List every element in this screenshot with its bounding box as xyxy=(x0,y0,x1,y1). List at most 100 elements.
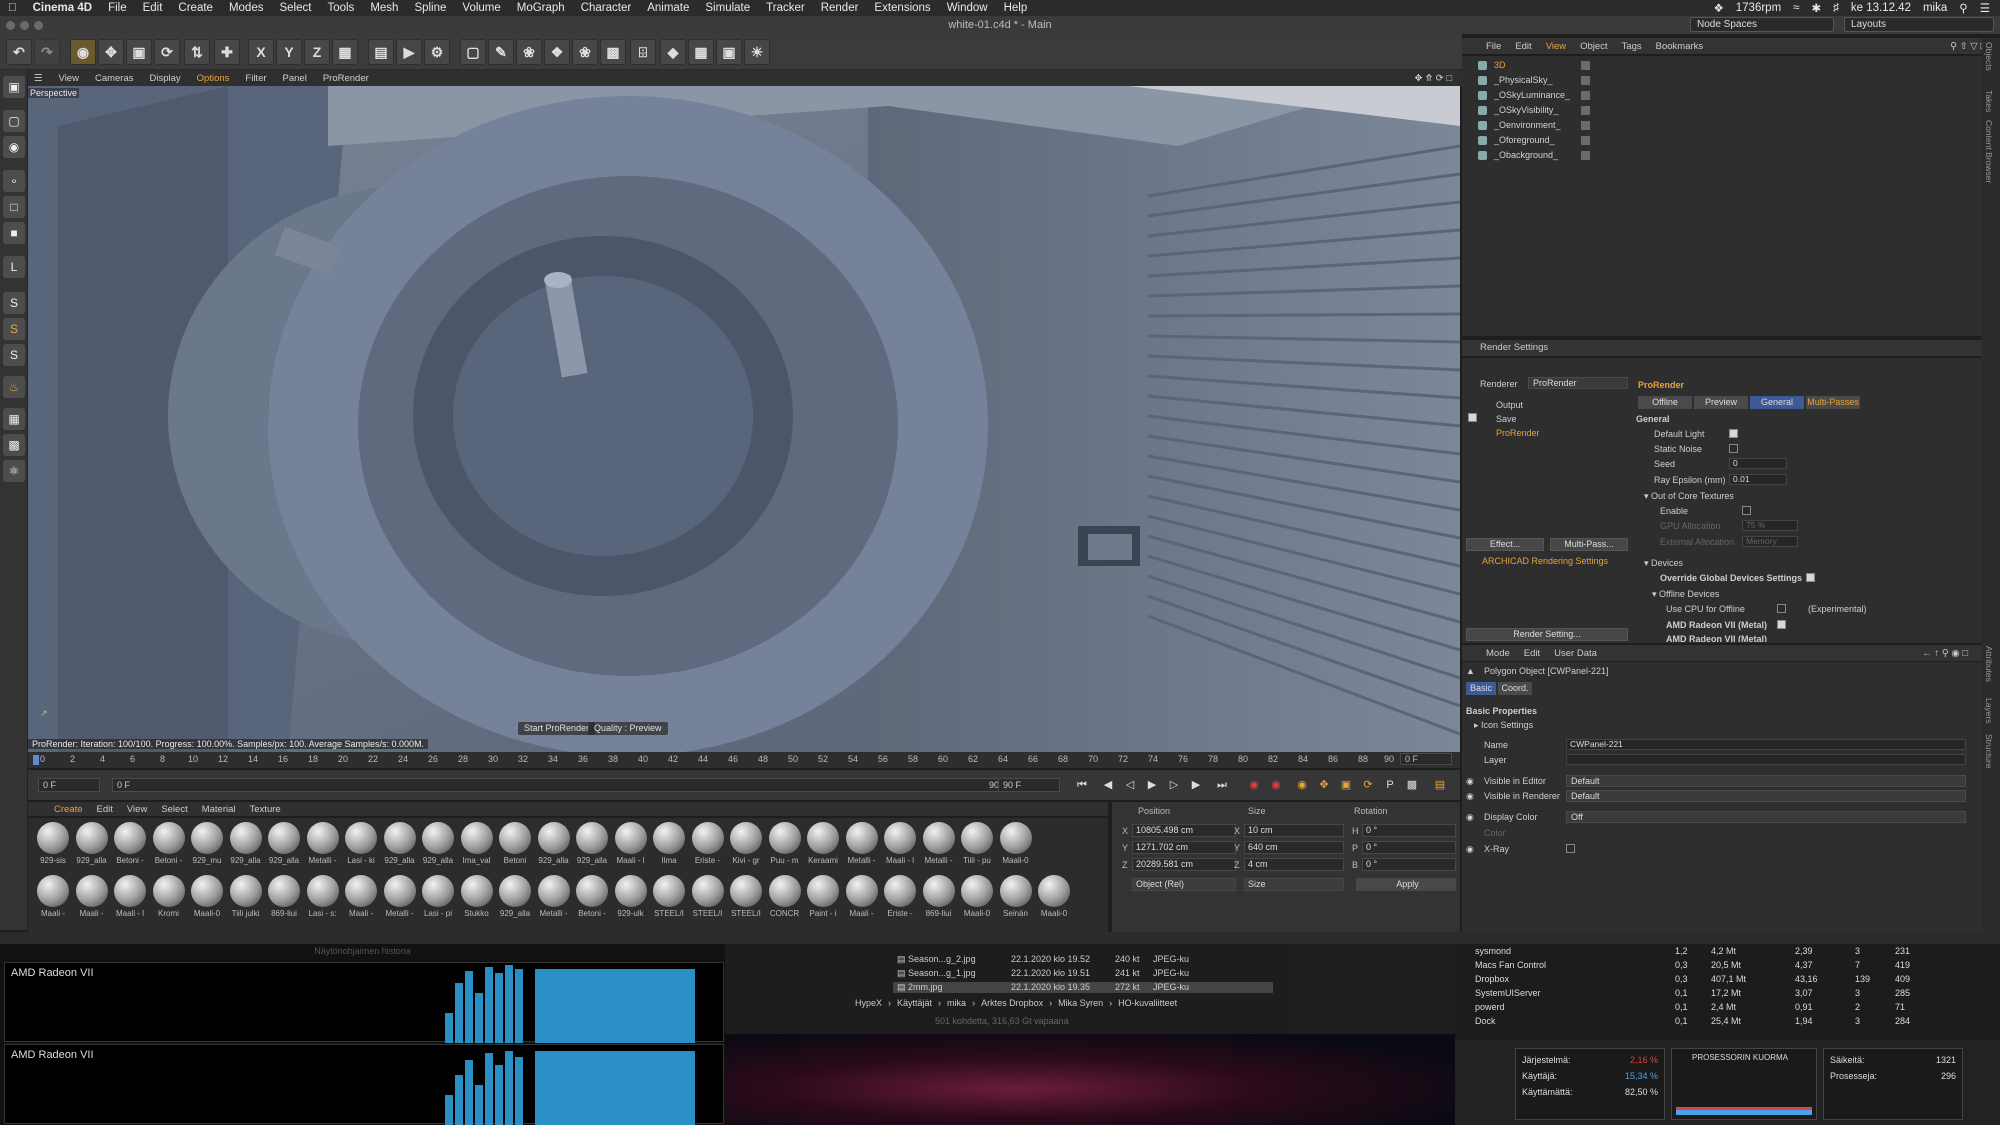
side-tab-content-browser[interactable]: Content Browser xyxy=(1984,120,1994,183)
quantize-icon[interactable]: S xyxy=(3,344,25,366)
obj-menu-object[interactable]: Object xyxy=(1580,41,1607,52)
material-swatch[interactable]: Tiili - pu xyxy=(960,822,994,865)
tab-basic[interactable]: Basic xyxy=(1466,682,1496,695)
y-axis-icon[interactable]: Y xyxy=(276,39,302,65)
layer-field[interactable] xyxy=(1566,754,1966,765)
prev-key-icon[interactable]: ◀ xyxy=(1100,778,1116,792)
path-item[interactable]: Mika Syren xyxy=(1058,998,1103,1008)
material-swatch[interactable]: Ilma xyxy=(652,822,686,865)
attr-nav-icons[interactable]: ← ↑ ⚲ ◉ □ xyxy=(1922,648,1968,659)
field-icon[interactable]: ⌹ xyxy=(630,39,656,65)
object-row[interactable]: _Oenvironment_ xyxy=(1462,118,1982,133)
path-item[interactable]: HypeX xyxy=(855,998,882,1008)
render-picture-viewer-icon[interactable]: ▶ xyxy=(396,39,422,65)
material-swatch[interactable]: Maali - xyxy=(344,875,378,918)
next-frame-icon[interactable]: ▷ xyxy=(1166,778,1182,792)
material-swatch[interactable]: Maali-0 xyxy=(999,822,1033,865)
menu-extensions[interactable]: Extensions xyxy=(866,2,938,14)
points-mode-icon[interactable]: ∘ xyxy=(3,170,25,192)
icon-settings-label[interactable]: ▸ Icon Settings xyxy=(1474,720,1533,731)
material-swatch[interactable]: Puu - m xyxy=(768,822,802,865)
close-window-button[interactable] xyxy=(6,21,15,30)
menu-help[interactable]: Help xyxy=(996,2,1036,14)
visibility-toggle[interactable] xyxy=(1581,106,1590,115)
obj-menu-view[interactable]: View xyxy=(1546,41,1566,52)
mat-menu-material[interactable]: Material xyxy=(202,804,236,815)
default-light-checkbox[interactable] xyxy=(1729,429,1738,438)
scale-icon[interactable]: ▣ xyxy=(126,39,152,65)
menu-file[interactable]: File xyxy=(100,2,135,14)
apply-button[interactable]: Apply xyxy=(1356,878,1456,891)
lock-workplane-icon[interactable]: ⚛ xyxy=(3,460,25,482)
goto-start-icon[interactable]: ⏮ xyxy=(1074,778,1090,792)
menu-tracker[interactable]: Tracker xyxy=(758,2,813,14)
ray-epsilon-input[interactable]: 0.01 xyxy=(1729,474,1787,485)
minimize-window-button[interactable] xyxy=(20,21,29,30)
object-row[interactable]: _Obackground_ xyxy=(1462,148,1982,163)
model-mode-icon[interactable]: ▢ xyxy=(3,110,25,132)
visibility-toggle[interactable] xyxy=(1581,61,1590,70)
key-rotation-icon[interactable]: ⟳ xyxy=(1360,778,1376,792)
visibility-toggle[interactable] xyxy=(1581,136,1590,145)
object-row[interactable]: _PhysicalSky_ xyxy=(1462,73,1982,88)
process-row[interactable]: Dock 0,1 25,4 Mt 1,94 3 284 xyxy=(1455,1016,2000,1029)
visible-editor-select[interactable]: Default xyxy=(1566,775,1966,787)
edges-mode-icon[interactable]: □ xyxy=(3,196,25,218)
3d-viewport[interactable]: Perspective ↗ Start ProRender Quality : … xyxy=(28,86,1460,752)
material-swatch[interactable]: Metalli - xyxy=(306,822,340,865)
material-swatch[interactable]: Betoni xyxy=(498,822,532,865)
process-row[interactable]: Dropbox 0,3 407,1 Mt 43,16 139 409 xyxy=(1455,974,2000,987)
material-swatch[interactable]: 869-liui xyxy=(267,875,301,918)
anim-dot-icon[interactable]: ◉ xyxy=(1466,844,1474,855)
material-swatch[interactable]: Maali-0 xyxy=(190,875,224,918)
dropbox-icon[interactable]: ❖ xyxy=(1713,1,1723,15)
move-icon[interactable]: ✥ xyxy=(98,39,124,65)
end-frame-field[interactable]: 90 F xyxy=(998,778,1060,792)
material-swatch[interactable]: Tiili julki xyxy=(229,875,263,918)
side-tab-attributes[interactable]: Attributes xyxy=(1984,646,1994,682)
app-menu[interactable]: Cinema 4D xyxy=(25,2,100,14)
visibility-toggle[interactable] xyxy=(1581,76,1590,85)
material-swatch[interactable]: Maali - l xyxy=(614,822,648,865)
gpu1-checkbox[interactable] xyxy=(1777,620,1786,629)
material-swatch[interactable]: Metalli - xyxy=(922,822,956,865)
name-input[interactable]: CWPanel-221 xyxy=(1566,739,1966,750)
devices-section-label[interactable]: ▾ Devices xyxy=(1644,558,1683,569)
material-swatch[interactable]: Maali-0 xyxy=(1037,875,1071,918)
z-axis-icon[interactable]: Z xyxy=(304,39,330,65)
viewport-menu-filter[interactable]: Filter xyxy=(245,73,266,84)
mat-menu-select[interactable]: Select xyxy=(161,804,187,815)
process-row[interactable]: SystemUIServer 0,1 17,2 Mt 3,07 3 285 xyxy=(1455,988,2000,1001)
camera-icon[interactable]: ▣ xyxy=(716,39,742,65)
menu-volume[interactable]: Volume xyxy=(454,2,508,14)
current-frame-field[interactable]: 0 F xyxy=(1400,753,1452,765)
object-mode-select[interactable]: Object (Rel) xyxy=(1132,878,1236,891)
record-icon[interactable]: ◉ xyxy=(1246,778,1262,792)
size-y-field[interactable]: 640 cm xyxy=(1244,841,1344,854)
undo-icon[interactable]: ↶ xyxy=(6,39,32,65)
material-swatch[interactable]: 929_alla xyxy=(421,822,455,865)
position-z-field[interactable]: 20289.581 cm xyxy=(1132,858,1236,871)
workplane-icon[interactable]: ♨ xyxy=(3,376,25,398)
material-swatch[interactable]: CONCR xyxy=(768,875,802,918)
make-editable-icon[interactable]: ▣ xyxy=(3,76,25,98)
material-swatch[interactable]: Eriste - xyxy=(883,875,917,918)
visible-renderer-select[interactable]: Default xyxy=(1566,790,1966,802)
timeline-ruler[interactable]: 0 2 4 6 8 10 12 14 16 18 20 22 24 26 28 … xyxy=(28,752,1460,768)
file-row[interactable]: ▤ Season...g_2.jpg 22.1.2020 klo 19.52 240… xyxy=(897,954,1189,965)
recent-tools-icon[interactable]: ⇅ xyxy=(184,39,210,65)
object-row[interactable]: _OSkyLuminance_ xyxy=(1462,88,1982,103)
object-row[interactable]: _OSkyVisibility_ xyxy=(1462,103,1982,118)
tab-preview[interactable]: Preview xyxy=(1694,396,1748,409)
key-pla-icon[interactable]: ▩ xyxy=(1404,778,1420,792)
subdivision-icon[interactable]: ❀ xyxy=(516,39,542,65)
wifi-icon[interactable]: ≈ xyxy=(1793,2,1799,14)
material-swatch[interactable]: Metalli - xyxy=(845,822,879,865)
tree-item-save[interactable]: Save xyxy=(1496,414,1517,424)
path-item[interactable]: mika xyxy=(947,998,966,1008)
position-y-field[interactable]: 1271.702 cm xyxy=(1132,841,1236,854)
viewport-menu-panel[interactable]: Panel xyxy=(283,73,307,84)
external-allocation-select[interactable]: Memory xyxy=(1742,536,1798,547)
ooc-enable-checkbox[interactable] xyxy=(1742,506,1751,515)
layouts-select[interactable]: Layouts xyxy=(1844,17,1994,32)
